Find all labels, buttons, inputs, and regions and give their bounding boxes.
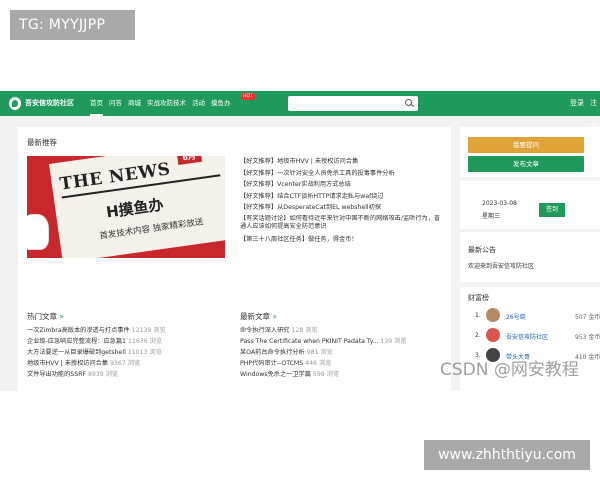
hot-articles-list: 一次Zimbra高版本的渗透与打点事件 12139 浏览 企业级-应急响应完整流… <box>27 325 222 380</box>
main-content-panel: 最新推荐 THE NEWS 6月 H摸鱼办 首发技术内容 独家精彩放送 【好文推… <box>18 127 451 391</box>
current-weekday: 星期三 <box>482 213 501 220</box>
avatar[interactable] <box>486 308 500 322</box>
view-count: 12139 浏览 <box>131 327 166 334</box>
featured-banner[interactable]: THE NEWS 6月 H摸鱼办 首发技术内容 独家精彩放送 <box>27 156 225 258</box>
chevron-right-icon[interactable]: » <box>272 312 277 321</box>
signin-card: 2023-03-08 星期三 签到 <box>460 181 600 229</box>
rank-number: 2. <box>475 332 481 339</box>
view-count: 11013 浏览 <box>127 349 162 356</box>
latest-articles-list: 命令执行深入研究 128 浏览 Pass The Certificate whe… <box>240 325 445 380</box>
newspaper-graphic: THE NEWS 6月 H摸鱼办 首发技术内容 独家精彩放送 <box>49 156 225 258</box>
search-input[interactable] <box>288 96 418 111</box>
view-count: 8939 浏览 <box>88 371 119 378</box>
view-count: 9367 浏览 <box>109 360 141 367</box>
article-title[interactable]: PHP代码审计--OTCMS <box>240 360 303 367</box>
ask-question-button[interactable]: 我要提问 <box>468 137 584 153</box>
featured-item[interactable]: 【好文推荐】地级市HVV | 未授权访问合集 <box>240 156 445 168</box>
featured-item[interactable]: 【好文推荐】从DesperateCat到EL webshell初探 <box>240 202 445 214</box>
banner-main-text: H摸鱼办 <box>105 195 165 222</box>
nav-item-events[interactable]: 活动 <box>192 91 205 116</box>
notice-card: 最新公告 欢迎来到吾安信攻防社区 <box>460 232 600 282</box>
website-screenshot: 吾安信攻防社区 首页 问答 商城 实战攻防技术 活动 摸鱼办 HOT 登录 注册… <box>0 91 600 391</box>
hot-articles-title: 热门文章 » <box>27 311 64 322</box>
featured-item[interactable]: 【好文推荐】结合CTF谈析HTTP请求走私与waf绕过 <box>240 191 445 203</box>
list-item[interactable]: 命令执行深入研究 128 浏览 <box>240 325 445 336</box>
rank-number: 1. <box>475 312 481 319</box>
notice-text[interactable]: 欢迎来到吾安信攻防社区 <box>468 261 534 270</box>
list-item[interactable]: 某OA前台命令执行分析 981 浏览 <box>240 347 445 358</box>
rank-coins: 953 金币 <box>575 334 600 341</box>
rank-coins: 507 金币 <box>575 314 600 321</box>
featured-item[interactable]: 【第三十八周社区任务】做任务，得金币！ <box>240 234 445 246</box>
current-date: 2023-03-08 <box>482 200 517 207</box>
rank-username[interactable]: 吾安信攻防社区 <box>506 332 548 341</box>
publish-article-button[interactable]: 发布文章 <box>468 156 584 172</box>
csdn-watermark: CSDN @网安教程 <box>440 360 579 380</box>
wealth-rank-title: 财富榜 <box>468 294 489 302</box>
list-item[interactable]: PHP代码审计--OTCMS 446 浏览 <box>240 358 445 369</box>
article-title[interactable]: 地级市HVV | 未授权访问合集 <box>27 360 108 367</box>
view-count: 11636 浏览 <box>127 338 162 345</box>
article-title[interactable]: 大方法要逆一从目录爆破到getshell <box>27 349 126 356</box>
latest-articles-label: 最新文章 <box>240 312 270 321</box>
tg-tag-overlay: TG: MYYJJPP <box>10 10 135 40</box>
featured-item[interactable]: 【有奖话题讨论】如何看待近年来针对中国不断的网络攻击/监听行为，普通人应该如何提… <box>240 215 445 233</box>
featured-item[interactable]: 【好文推荐】Vcenter实战利用方式总结 <box>240 179 445 191</box>
banner-month-badge: 6月 <box>176 156 202 166</box>
view-count: 139 浏览 <box>380 338 407 345</box>
list-item[interactable]: 文件导出功能的SSRF 8939 浏览 <box>27 369 222 380</box>
article-title[interactable]: Windows免杀之一卫学篇 <box>240 371 311 378</box>
rank-row[interactable]: 1. 26号晓 507 金币 <box>468 306 600 326</box>
avatar[interactable] <box>486 328 500 342</box>
nav-item-home[interactable]: 首页 <box>90 91 103 116</box>
list-item[interactable]: 企业级-应急响应完整流程：应急篇1 11636 浏览 <box>27 336 222 347</box>
article-title[interactable]: 企业级-应急响应完整流程：应急篇1 <box>27 338 126 345</box>
brand-name[interactable]: 吾安信攻防社区 <box>25 98 74 108</box>
featured-list: 【好文推荐】地级市HVV | 未授权访问合集 【好文推荐】一次针对安全人员免杀工… <box>240 156 445 246</box>
view-count: 128 浏览 <box>291 327 318 334</box>
nav-item-qa[interactable]: 问答 <box>109 91 122 116</box>
featured-item[interactable]: 【好文推荐】一次针对安全人员免杀工具的投毒事件分析 <box>240 168 445 180</box>
list-item[interactable]: 地级市HVV | 未授权访问合集 9367 浏览 <box>27 358 222 369</box>
search-icon[interactable] <box>405 99 412 106</box>
nav-menu: 首页 问答 商城 实战攻防技术 活动 摸鱼办 <box>90 91 237 116</box>
nav-item-shop[interactable]: 商城 <box>128 91 141 116</box>
url-tag-overlay: www.zhhthtiyu.com <box>424 440 590 470</box>
nav-item-tech[interactable]: 实战攻防技术 <box>147 91 186 116</box>
nav-item-moyu[interactable]: 摸鱼办 <box>211 91 231 116</box>
article-title[interactable]: 一次Zimbra高版本的渗透与打点事件 <box>27 327 130 334</box>
hot-badge: HOT <box>241 93 255 100</box>
latest-articles-title: 最新文章 » <box>240 311 277 322</box>
list-item[interactable]: Windows免杀之一卫学篇 599 浏览 <box>240 369 445 380</box>
list-item[interactable]: 一次Zimbra高版本的渗透与打点事件 12139 浏览 <box>27 325 222 336</box>
rank-username[interactable]: 26号晓 <box>506 312 526 321</box>
hand-graphic <box>27 214 49 250</box>
view-count: 599 浏览 <box>312 371 340 378</box>
chevron-right-icon[interactable]: » <box>59 312 64 321</box>
login-link[interactable]: 登录 <box>570 91 584 116</box>
view-count: 446 浏览 <box>305 360 332 367</box>
view-count: 981 浏览 <box>306 349 333 356</box>
notice-title: 最新公告 <box>468 246 496 254</box>
list-item[interactable]: 大方法要逆一从目录爆破到getshell 11013 浏览 <box>27 347 222 358</box>
article-title[interactable]: Pass The Certificate when PKINIT Padata … <box>240 338 378 345</box>
article-title[interactable]: 文件导出功能的SSRF <box>27 371 86 378</box>
rank-row[interactable]: 2. 吾安信攻防社区 953 金币 <box>468 326 600 346</box>
article-title[interactable]: 命令执行深入研究 <box>240 327 290 334</box>
top-navbar: 吾安信攻防社区 首页 问答 商城 实战攻防技术 活动 摸鱼办 HOT 登录 注册 <box>0 91 600 132</box>
article-title[interactable]: 某OA前台命令执行分析 <box>240 349 305 356</box>
featured-title: 最新推荐 <box>27 138 57 147</box>
signin-button[interactable]: 签到 <box>539 203 565 217</box>
list-item[interactable]: Pass The Certificate when PKINIT Padata … <box>240 336 445 347</box>
brand-logo-icon[interactable] <box>9 97 21 110</box>
screenshot-stage: TG: MYYJJPP 吾安信攻防社区 首页 问答 商城 实战攻防技术 活动 摸… <box>0 0 600 480</box>
hot-articles-label: 热门文章 <box>27 312 57 321</box>
